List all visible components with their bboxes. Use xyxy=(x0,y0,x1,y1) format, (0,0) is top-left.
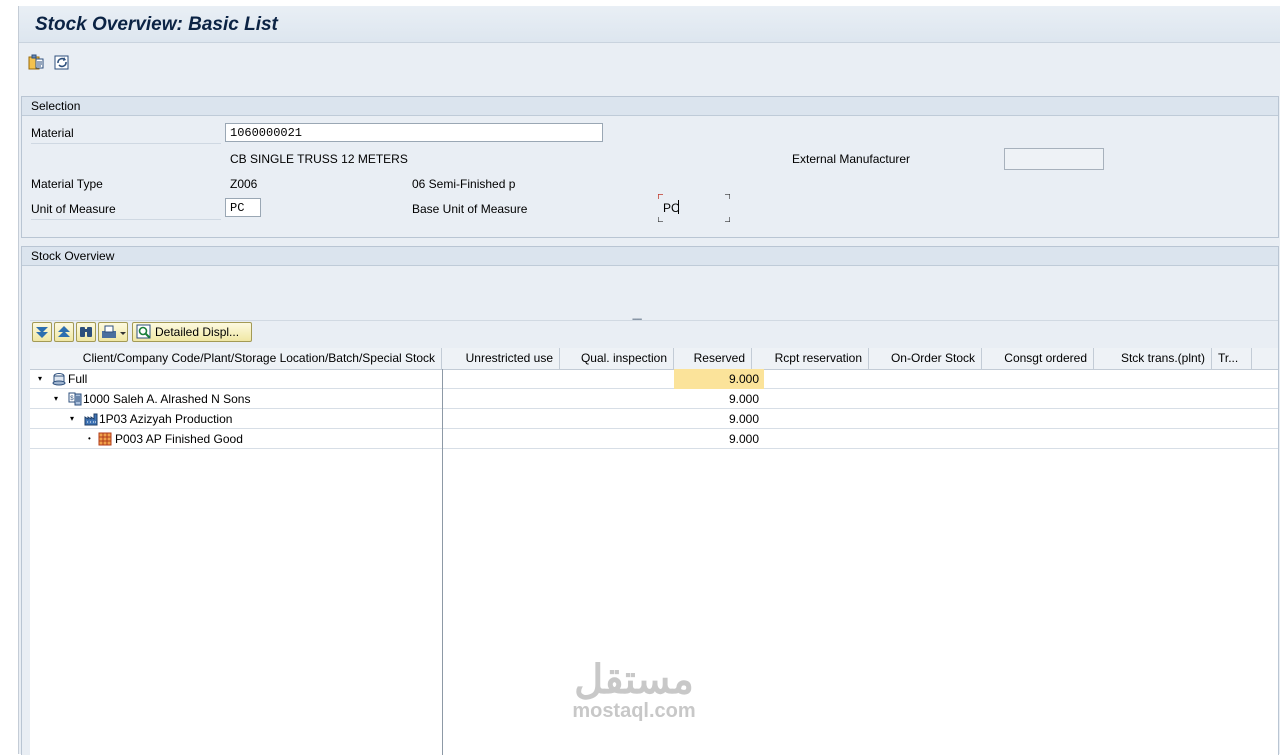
page-title: Stock Overview: Basic List xyxy=(35,14,278,35)
detailed-display-button[interactable]: Detailed Displ... xyxy=(132,322,252,342)
reserved-value: 9.000 xyxy=(728,392,759,406)
sap-window: Stock Overview: Basic List Selection Mat… xyxy=(18,6,1280,755)
row-label: 1P03 Azizyah Production xyxy=(99,412,233,426)
storage-location-icon xyxy=(98,432,112,446)
external-manufacturer-field[interactable] xyxy=(1004,148,1104,170)
tree-cell: • P003 AP Finished Good xyxy=(30,429,442,449)
base-unit-of-measure-field[interactable]: PC xyxy=(658,194,730,222)
table-header: Client/Company Code/Plant/Storage Locati… xyxy=(30,348,1278,370)
table-row[interactable]: ▾ $ 1000 Saleh A. Alrashed N Sons 9.000 xyxy=(30,389,1278,409)
plant-icon xyxy=(84,412,98,426)
tree-cell: ▾ 1P03 Azizyah Production xyxy=(30,409,442,429)
material-description: CB SINGLE TRUSS 12 METERS xyxy=(230,152,408,166)
client-icon xyxy=(52,372,66,386)
expander-icon[interactable]: ▾ xyxy=(38,374,42,383)
tree-cell: ▾ $ 1000 Saleh A. Alrashed N Sons xyxy=(30,389,442,409)
unit-of-measure-field[interactable]: PC xyxy=(225,198,261,217)
col-header-hierarchy[interactable]: Client/Company Code/Plant/Storage Locati… xyxy=(30,348,442,369)
reserved-value: 9.000 xyxy=(728,432,759,446)
col-header-rcpt-reservation[interactable]: Rcpt reservation xyxy=(752,348,869,369)
reserved-value: 9.000 xyxy=(674,369,764,389)
col-header-consgt-ordered[interactable]: Consgt ordered xyxy=(982,348,1094,369)
text-cursor xyxy=(678,200,679,214)
data-cell-group: 9.000 xyxy=(442,369,1278,389)
data-cell-group: 9.000 xyxy=(442,409,1278,429)
expander-icon[interactable]: ▾ xyxy=(54,394,58,403)
unit-of-measure-label: Unit of Measure xyxy=(31,202,116,216)
selection-panel: Selection Material 1060000021 CB SINGLE … xyxy=(21,96,1279,238)
expander-icon[interactable]: ▾ xyxy=(70,414,74,423)
material-field[interactable]: 1060000021 xyxy=(225,123,603,142)
refresh-icon[interactable] xyxy=(53,53,71,71)
col-header-qual-inspection[interactable]: Qual. inspection xyxy=(560,348,674,369)
title-bar: Stock Overview: Basic List xyxy=(19,6,1280,43)
material-type-text: 06 Semi-Finished p xyxy=(412,177,516,191)
external-manufacturer-label: External Manufacturer xyxy=(792,152,911,166)
leaf-bullet-icon: • xyxy=(88,434,91,443)
col-header-unrestricted[interactable]: Unrestricted use xyxy=(442,348,560,369)
material-label: Material xyxy=(31,126,74,140)
tree-toolbar: Detailed Displ... xyxy=(30,320,1278,346)
material-type-label: Material Type xyxy=(31,177,103,191)
tree-cell: ▾ Full xyxy=(30,369,442,389)
uom-label-underline xyxy=(31,219,221,220)
stock-overview-panel-title: Stock Overview xyxy=(22,247,1278,266)
stock-overview-panel: Stock Overview ▪▪▪▪▪ Detailed Displ... C… xyxy=(21,246,1279,755)
col-header-tr[interactable]: Tr... xyxy=(1212,348,1252,369)
data-cell-group: 9.000 xyxy=(442,389,1278,409)
collapse-all-icon[interactable] xyxy=(54,322,74,342)
col-header-on-order-stock[interactable]: On-Order Stock xyxy=(869,348,982,369)
base-unit-of-measure-label: Base Unit of Measure xyxy=(412,202,528,216)
expand-all-icon[interactable] xyxy=(32,322,52,342)
clipboard-icon[interactable] xyxy=(27,53,45,71)
material-label-underline xyxy=(31,143,221,144)
stock-tree-table: Client/Company Code/Plant/Storage Locati… xyxy=(30,348,1278,755)
col-header-stck-trans[interactable]: Stck trans.(plnt) xyxy=(1094,348,1212,369)
table-row[interactable]: • P003 AP Finished Good 9.000 xyxy=(30,429,1278,449)
row-label: Full xyxy=(68,372,88,386)
selection-panel-title: Selection xyxy=(22,97,1278,116)
reserved-value: 9.000 xyxy=(728,412,759,426)
find-icon[interactable] xyxy=(76,322,96,342)
row-label: P003 AP Finished Good xyxy=(115,432,243,446)
application-toolbar xyxy=(19,43,1280,85)
column-divider xyxy=(442,369,443,755)
table-row[interactable]: ▾ 1P03 Azizyah Production 9.000 xyxy=(30,409,1278,429)
data-cell-group: 9.000 xyxy=(442,429,1278,449)
material-type-code: Z006 xyxy=(230,177,258,191)
print-icon[interactable] xyxy=(98,322,128,342)
company-code-icon: $ xyxy=(68,392,82,406)
detailed-display-label: Detailed Displ... xyxy=(155,325,240,339)
row-label: 1000 Saleh A. Alrashed N Sons xyxy=(83,392,251,406)
table-row[interactable]: ▾ Full 9.000 xyxy=(30,369,1278,389)
col-header-reserved[interactable]: Reserved xyxy=(674,348,752,369)
